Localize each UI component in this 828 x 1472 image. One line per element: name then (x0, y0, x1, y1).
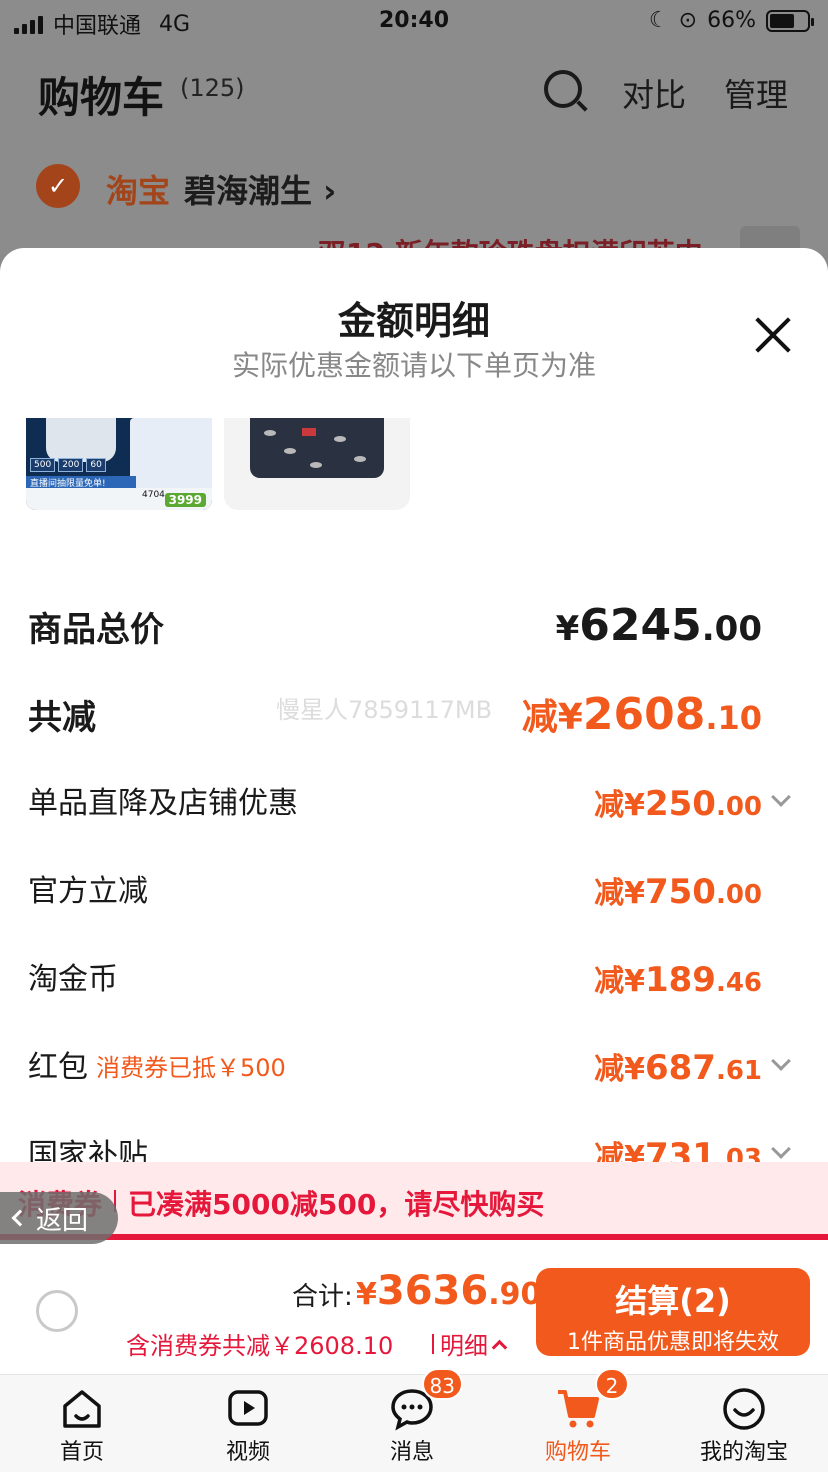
discount-row-label[interactable]: 单品直降及店铺优惠 (28, 778, 298, 822)
product-thumbnail[interactable] (224, 418, 410, 510)
thumb-price-badge: 3999 (164, 493, 206, 507)
video-icon (225, 1386, 271, 1432)
amount-int: 189 (644, 960, 716, 1000)
sheet-title: 金额明细 (337, 299, 490, 343)
shop-name-link[interactable]: 碧海潮生 › (184, 166, 336, 212)
discount-row-amount: 减¥189.46 (594, 956, 762, 1000)
coupon-text: 已凑满5000减500，请尽快购买 (128, 1188, 545, 1221)
search-icon[interactable] (544, 70, 582, 108)
product-image (46, 418, 116, 462)
watermark: 慢星人7859117MB (276, 696, 493, 724)
amount-int: 250 (644, 784, 716, 824)
amount-prefix: 减¥ (594, 1052, 645, 1087)
amount-prefix: 减¥ (594, 876, 645, 911)
amount-dec: .00 (715, 880, 762, 910)
cart-count: (125) (180, 74, 245, 102)
tab-label: 视频 (225, 1440, 270, 1465)
checkout-button-sub: 1件商品优惠即将失效 (567, 1330, 779, 1355)
total-price-label: 商品总价 (28, 610, 164, 650)
chevron-up-icon (491, 1339, 508, 1356)
amount-int: 750 (644, 872, 716, 912)
discount-row-label[interactable]: 红包 (28, 1042, 88, 1086)
battery-percent: 66% (707, 8, 756, 33)
currency: ¥ (555, 609, 580, 649)
product-spec-card (130, 418, 212, 488)
tab-home[interactable]: 首页 (22, 1380, 142, 1466)
tab-video[interactable]: 视频 (188, 1380, 308, 1466)
discount-row-label: 淘金币 (28, 962, 118, 997)
profile-icon (721, 1386, 767, 1432)
total-reduce-amount: 减¥2608.10 (522, 688, 762, 740)
home-icon (59, 1386, 105, 1432)
amount-dec: .61 (715, 1056, 762, 1086)
shop-brand: 淘宝 (106, 172, 171, 210)
shop-name: 碧海潮生 (184, 172, 313, 210)
rotation-lock-icon: ⊙ (678, 8, 698, 33)
detail-toggle[interactable]: 明细 (432, 1326, 508, 1361)
status-bar: 中国联通 4G 20:40 ☾ ⊙ 66% (0, 0, 828, 44)
select-all-radio[interactable] (36, 1290, 78, 1332)
amount-int: 3636 (376, 1268, 489, 1314)
amount-dec: .90 (488, 1277, 542, 1312)
chevron-left-icon (11, 1209, 29, 1227)
tab-profile[interactable]: 我的淘宝 (684, 1380, 804, 1466)
shop-check-icon[interactable]: ✓ (36, 164, 80, 208)
tab-cart[interactable]: 2 购物车 (518, 1368, 638, 1466)
manage-button[interactable]: 管理 (724, 70, 788, 116)
amount-dec: .00 (715, 792, 762, 822)
battery-icon (766, 9, 814, 32)
tab-label: 我的淘宝 (699, 1440, 788, 1465)
amount-int: 687 (644, 1048, 716, 1088)
discount-row-amount: 减¥250.00 (594, 780, 762, 824)
discount-row-amount: 减¥687.61 (594, 1044, 762, 1088)
amount-int: 2608 (582, 689, 706, 740)
message-badge: 83 (421, 1368, 463, 1400)
sheet-subtitle: 实际优惠金额请以下单页为准 (231, 349, 596, 382)
back-button[interactable]: 返回 (0, 1192, 118, 1244)
amount-dec: .00 (701, 609, 762, 649)
message-icon: 83 (389, 1368, 463, 1432)
moon-icon: ☾ (648, 8, 669, 33)
shirt-image (250, 418, 384, 478)
amount-dec: .46 (715, 968, 762, 998)
cart-badge: 2 (595, 1368, 629, 1400)
discount-row-amount: 减¥750.00 (594, 868, 762, 912)
tab-messages[interactable]: 83 消息 (352, 1368, 472, 1466)
amount-prefix: 减¥ (521, 697, 583, 738)
detail-label: 明细 (440, 1332, 488, 1360)
divider (432, 1333, 434, 1354)
sum-discount-note: 含消费券共减￥2608.10 (126, 1332, 394, 1360)
tab-label: 首页 (59, 1440, 104, 1465)
thumb-strip-value: 4704 (142, 490, 165, 500)
amount-int: 6245 (579, 600, 702, 651)
status-right: ☾ ⊙ 66% (648, 8, 814, 33)
discount-row-label: 官方立减 (28, 874, 148, 909)
amount-dec: .10 (705, 699, 762, 737)
coupon-note: 消费券已抵￥500 (96, 1054, 286, 1082)
tab-label: 购物车 (544, 1440, 611, 1465)
amount-prefix: 减¥ (594, 788, 645, 823)
checkout-button-label: 结算(2) (615, 1282, 731, 1320)
compare-button[interactable]: 对比 (622, 70, 686, 116)
thumb-price: 500 (30, 458, 56, 472)
checkout-button[interactable]: 结算(2) 1件商品优惠即将失效 (536, 1268, 810, 1356)
sum-amount: ¥3636.90 (356, 1268, 541, 1314)
close-icon[interactable] (752, 314, 794, 356)
page-title: 购物车 (38, 73, 165, 122)
currency: ¥ (356, 1277, 377, 1312)
thumb-price: 60 (86, 458, 106, 472)
amount-prefix: 减¥ (594, 964, 645, 999)
cart-icon: 2 (555, 1368, 629, 1432)
sum-label: 合计: (292, 1282, 353, 1312)
total-reduce-label: 共减 (28, 698, 96, 738)
thumb-prices: 500 200 60 (30, 458, 106, 472)
thumb-banner: 直播间抽限量免单! (26, 476, 136, 489)
tab-label: 消息 (389, 1440, 434, 1465)
thumb-price: 200 (58, 458, 84, 472)
total-price: ¥6245.00 (556, 600, 762, 651)
back-label: 返回 (36, 1205, 89, 1236)
product-thumbnail[interactable]: 500 200 60 直播间抽限量免单! 4704 3999 (26, 418, 212, 510)
